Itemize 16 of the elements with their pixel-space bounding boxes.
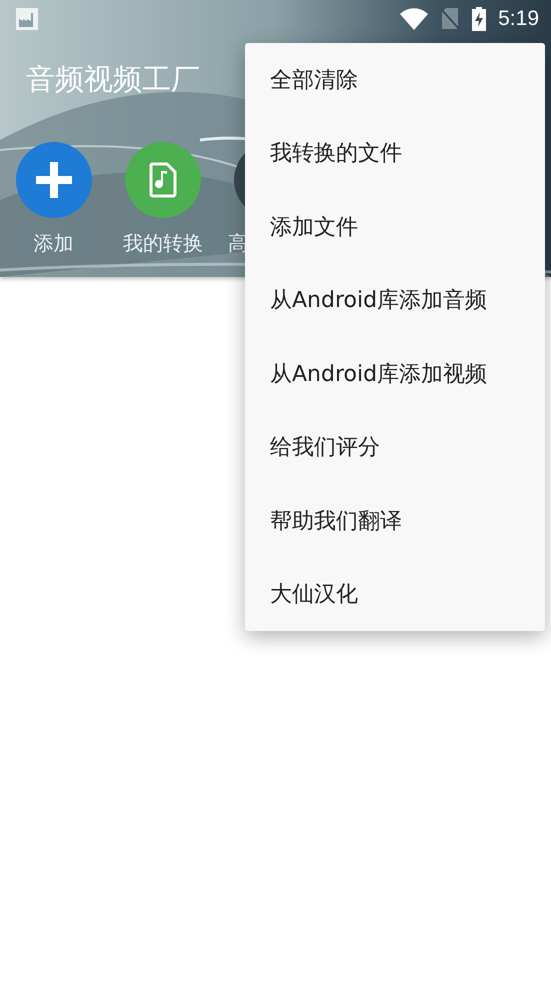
- battery-icon: [472, 7, 486, 31]
- music-file-icon: [149, 162, 177, 198]
- plus-icon: [36, 162, 72, 198]
- menu-item[interactable]: 全部清除: [245, 43, 545, 116]
- no-sim-icon: [440, 7, 460, 31]
- wifi-icon: [400, 8, 428, 30]
- menu-item[interactable]: 添加文件: [245, 190, 545, 264]
- menu-item[interactable]: 帮助我们翻译: [245, 484, 545, 558]
- factory-icon: [15, 7, 39, 31]
- menu-item[interactable]: 给我们评分: [245, 410, 545, 484]
- menu-item[interactable]: 大仙汉化: [245, 558, 545, 631]
- menu-item[interactable]: 从Android库添加音频: [245, 264, 545, 337]
- clock-time: 5:19: [498, 7, 539, 31]
- menu-item[interactable]: 我转换的文件: [245, 116, 545, 190]
- menu-item[interactable]: 从Android库添加视频: [245, 337, 545, 410]
- app-title: 音频视频工厂: [26, 61, 200, 98]
